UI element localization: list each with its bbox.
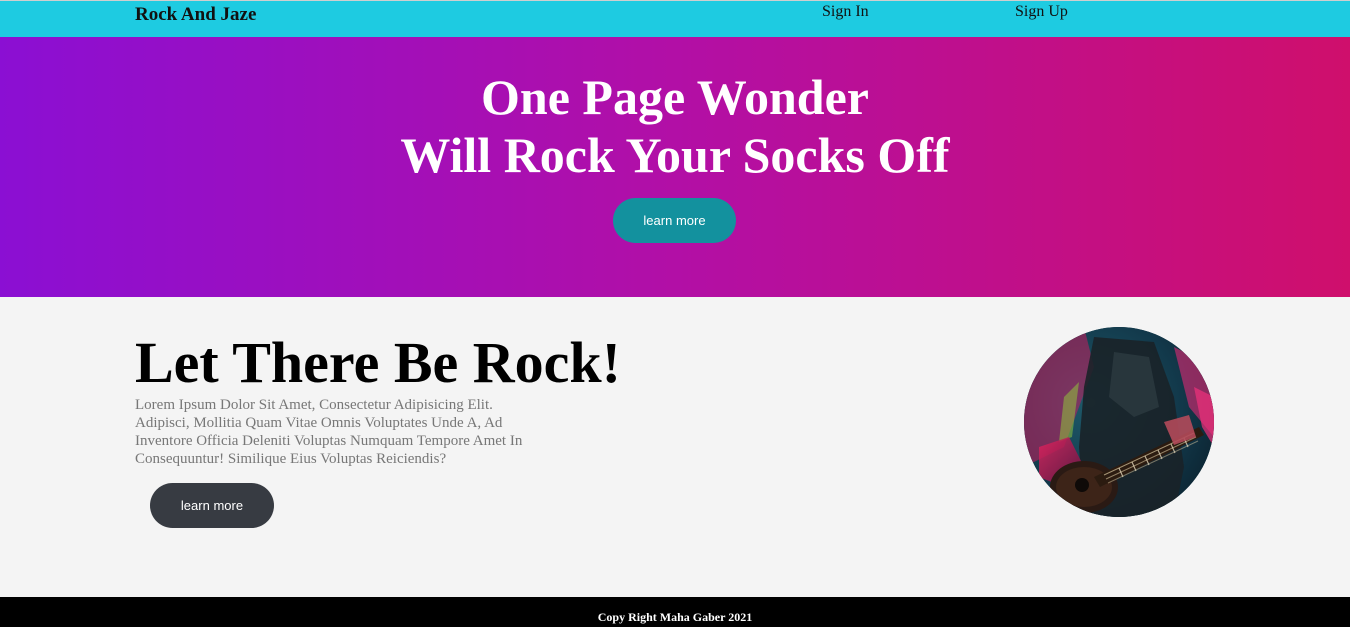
content-paragraph: Lorem Ipsum Dolor Sit Amet, Consectetur … [135, 397, 523, 467]
sign-up-link[interactable]: Sign Up [1015, 3, 1068, 21]
content-learn-more-button[interactable]: learn more [150, 483, 274, 528]
hero-section: One Page Wonder Will Rock Your Socks Off… [0, 37, 1350, 297]
hero-title-line-1: One Page Wonder [481, 69, 869, 125]
brand-logo[interactable]: Rock And Jaze [135, 4, 256, 26]
copyright-text: Copy Right Maha Gaber 2021 [597, 610, 753, 624]
hero-title: One Page Wonder Will Rock Your Socks Off [0, 68, 1350, 184]
sign-in-link[interactable]: Sign In [822, 3, 869, 21]
hero-learn-more-button[interactable]: learn more [613, 198, 736, 243]
navbar: Rock And Jaze Sign In Sign Up [0, 0, 1350, 37]
content-title: Let There Be Rock! [135, 330, 621, 395]
footer: Copy Right Maha Gaber 2021 [0, 597, 1350, 627]
content-section: Let There Be Rock! Lorem Ipsum Dolor Sit… [0, 297, 1350, 597]
guitar-player-photo [1024, 327, 1214, 517]
hero-title-line-2: Will Rock Your Socks Off [400, 127, 950, 183]
guitar-player-image [1024, 327, 1214, 517]
